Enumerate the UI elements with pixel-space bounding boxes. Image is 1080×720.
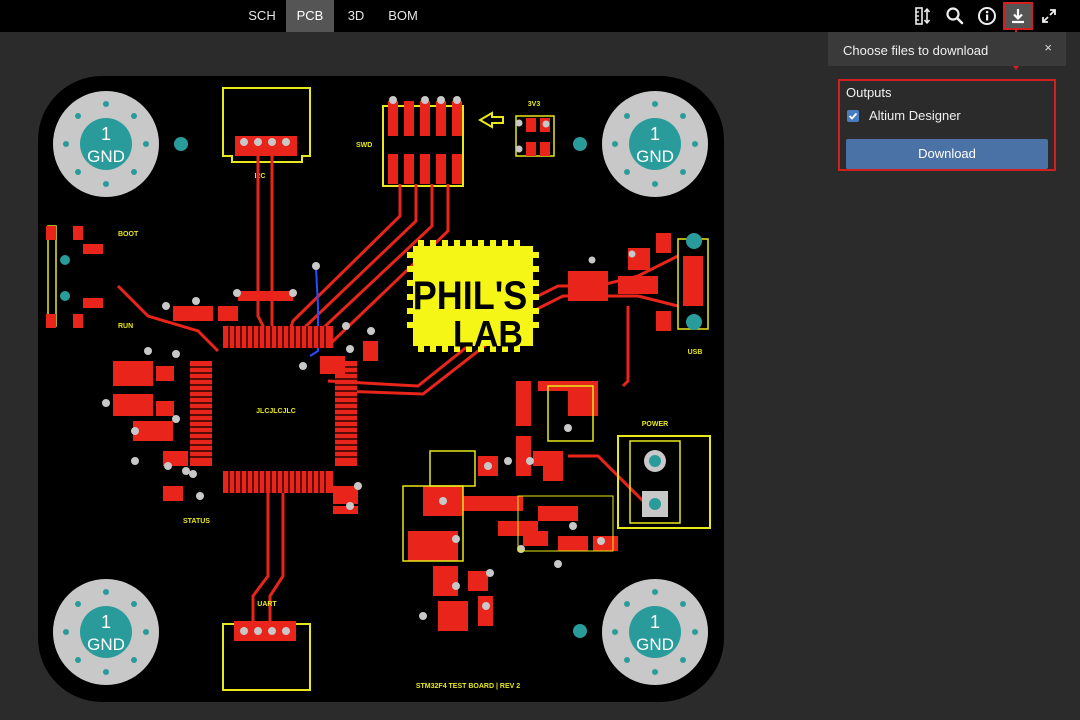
tab-sch[interactable]: SCH [240, 0, 284, 32]
download-button[interactable] [1003, 2, 1033, 30]
mounting-hole-top-right: 1 GND [602, 91, 708, 197]
logo-line1: PHIL'S [413, 275, 528, 319]
hole-number: 1 [650, 612, 660, 632]
hole-label: GND [636, 635, 674, 654]
hole-number: 1 [101, 124, 111, 144]
hole-label: GND [636, 147, 674, 166]
silk-status: STATUS [183, 518, 210, 525]
pcb-board: 1 GND 1 GND 1 GND 1 GND I2C SWD 3V3 BOOT… [38, 76, 724, 702]
checkbox-label: Altium Designer [869, 108, 961, 123]
download-icon [1012, 9, 1024, 24]
silk-uart: UART [257, 601, 277, 608]
outputs-section: Outputs Altium Designer Download [838, 79, 1056, 171]
fullscreen-icon [1042, 9, 1056, 23]
silk-run: RUN [118, 323, 133, 330]
mounting-hole-bottom-left: 1 GND [53, 579, 159, 685]
download-submit-button[interactable]: Download [846, 139, 1048, 169]
silk-usb: USB [688, 349, 703, 356]
pcb-view[interactable]: 1 GND 1 GND 1 GND 1 GND I2C SWD 3V3 BOOT… [38, 76, 724, 707]
download-panel: Choose files to download × [828, 32, 1066, 66]
outputs-title: Outputs [846, 85, 892, 100]
checkmark-icon [848, 112, 858, 120]
silk-i2c: I2C [255, 173, 266, 180]
search-icon [946, 7, 964, 25]
checkbox[interactable] [847, 109, 859, 122]
download-panel-title: Choose files to download [843, 43, 989, 58]
top-bar: SCH PCB 3D BOM [0, 0, 1080, 32]
silk-3v3: 3V3 [528, 101, 541, 108]
silk-mcu: JLCJLCJLC [256, 408, 296, 415]
measure-icon [915, 7, 931, 25]
info-icon [978, 7, 996, 25]
altium-designer-option[interactable]: Altium Designer [847, 108, 961, 123]
close-button[interactable]: × [1044, 40, 1052, 55]
mounting-hole-bottom-right: 1 GND [602, 579, 708, 685]
fullscreen-button[interactable] [1036, 4, 1062, 28]
tab-pcb[interactable]: PCB [286, 0, 334, 32]
tab-3d[interactable]: 3D [336, 0, 376, 32]
silk-power: POWER [642, 421, 668, 428]
measure-button[interactable] [910, 4, 936, 28]
hole-label: GND [87, 635, 125, 654]
hole-label: GND [87, 147, 125, 166]
silk-swd: SWD [356, 142, 372, 149]
silk-boot: BOOT [118, 231, 139, 238]
info-button[interactable] [974, 4, 1000, 28]
search-button[interactable] [942, 4, 968, 28]
hole-number: 1 [650, 124, 660, 144]
silk-footer: STM32F4 TEST BOARD | REV 2 [416, 683, 520, 690]
mounting-hole-top-left: 1 GND [53, 91, 159, 197]
phils-lab-logo: PHIL'S LAB [407, 240, 539, 355]
logo-line2: LAB [453, 313, 523, 355]
hole-number: 1 [101, 612, 111, 632]
tab-bom[interactable]: BOM [380, 0, 426, 32]
